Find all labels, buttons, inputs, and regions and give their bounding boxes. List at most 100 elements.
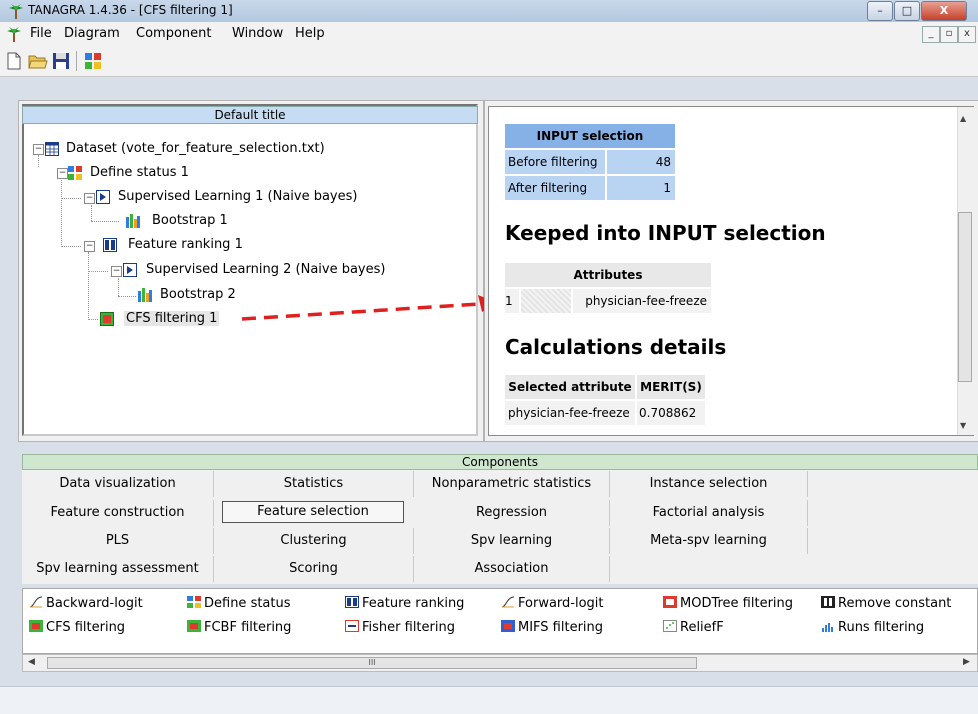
selected-attribute-value: physician-fee-freeze	[505, 401, 635, 425]
tab-nonparametric-statistics[interactable]: Nonparametric statistics	[414, 471, 610, 497]
scroll-right-icon[interactable]: ▶	[963, 657, 970, 667]
component-relieff[interactable]: ReliefF	[663, 620, 724, 635]
component-label: Runs filtering	[838, 620, 925, 635]
component-label: Forward-logit	[518, 596, 604, 611]
tab-feature-selection[interactable]: Feature selection	[222, 501, 404, 523]
tab-clustering[interactable]: Clustering	[214, 528, 414, 554]
tab-factorial-analysis[interactable]: Factorial analysis	[610, 500, 808, 526]
cfs-filtering-icon	[100, 312, 114, 326]
input-selection-header: INPUT selection	[505, 124, 675, 148]
collapse-toggle[interactable]: −	[33, 144, 44, 155]
table-icon	[45, 142, 59, 156]
before-filtering-label: Before filtering	[505, 150, 605, 174]
tree-line	[88, 252, 89, 320]
mdi-restore-button[interactable]: ▫	[940, 26, 958, 43]
component-scroll-thumb[interactable]: III	[47, 657, 697, 669]
tree-node-dataset[interactable]: Dataset (vote_for_feature_selection.txt)	[66, 141, 325, 156]
scroll-up-icon[interactable]: ▲	[960, 114, 966, 123]
bootstrap-icon	[138, 288, 152, 302]
component-feature-ranking[interactable]: Feature ranking	[345, 596, 464, 611]
component-define-status[interactable]: Define status	[187, 596, 291, 611]
component-label: Backward-logit	[46, 596, 143, 611]
maximize-button[interactable]: □	[894, 1, 920, 21]
new-file-icon[interactable]	[6, 52, 22, 70]
tab-pls[interactable]: PLS	[22, 528, 214, 554]
component-runs-filtering[interactable]: Runs filtering	[821, 620, 924, 635]
annotation-arrow	[241, 295, 498, 321]
component-fcbf-filtering[interactable]: FCBF filtering	[187, 620, 291, 635]
runs-filtering-icon	[822, 623, 833, 632]
attribute-name: physician-fee-freeze	[573, 289, 711, 313]
tab-association[interactable]: Association	[414, 556, 610, 582]
menu-component[interactable]: Component	[136, 26, 211, 41]
tab-statistics[interactable]: Statistics	[214, 471, 414, 497]
palm-tree-icon	[7, 27, 21, 42]
menu-help[interactable]: Help	[295, 26, 325, 41]
cfs-filtering-icon	[29, 620, 43, 632]
component-scrollbar[interactable]: ◀ III ▶	[22, 654, 978, 672]
tree-node-define-status[interactable]: Define status 1	[90, 165, 189, 180]
component-label: Define status	[204, 596, 291, 611]
mdi-minimize-button[interactable]: _	[922, 26, 940, 43]
remove-constant-icon	[821, 596, 835, 608]
tree-node-bootstrap-1[interactable]: Bootstrap 1	[152, 213, 228, 228]
diagram-title: Default title	[22, 106, 478, 124]
component-mifs-filtering[interactable]: MIFS filtering	[501, 620, 603, 635]
results-scroll-thumb[interactable]	[958, 212, 972, 382]
fisher-filtering-icon	[345, 620, 359, 632]
attributes-header: Attributes	[505, 263, 711, 287]
component-forward-logit[interactable]: Forward-logit	[501, 596, 604, 611]
save-icon[interactable]	[52, 52, 70, 70]
component-label: FCBF filtering	[204, 620, 292, 635]
collapse-toggle[interactable]: −	[111, 266, 122, 277]
tree-node-supervised-learning-2[interactable]: Supervised Learning 2 (Naive bayes)	[146, 262, 385, 277]
tree-node-feature-ranking[interactable]: Feature ranking 1	[128, 237, 243, 252]
tab-instance-selection[interactable]: Instance selection	[610, 471, 808, 497]
status-bar	[0, 686, 978, 714]
tab-data-visualization[interactable]: Data visualization	[22, 471, 214, 497]
tree-node-cfs-filtering[interactable]: CFS filtering 1	[124, 311, 220, 326]
component-label: Fisher filtering	[362, 620, 455, 635]
tree-line	[118, 296, 136, 297]
menu-window[interactable]: Window	[232, 26, 283, 41]
tree-line	[38, 155, 39, 167]
define-status-icon[interactable]	[84, 52, 102, 70]
collapse-toggle[interactable]: −	[84, 241, 95, 252]
components-tabs: Data visualization Statistics Nonparamet…	[22, 470, 978, 584]
tab-spv-learning[interactable]: Spv learning	[414, 528, 610, 554]
menu-diagram[interactable]: Diagram	[64, 26, 120, 41]
tree-node-bootstrap-2[interactable]: Bootstrap 2	[160, 287, 236, 302]
component-list: Backward-logit Define status Feature ran…	[22, 588, 978, 654]
component-fisher-filtering[interactable]: Fisher filtering	[345, 620, 455, 635]
component-label: Feature ranking	[362, 596, 465, 611]
component-label: MIFS filtering	[518, 620, 604, 635]
menu-file[interactable]: File	[30, 26, 52, 41]
component-remove-constant[interactable]: Remove constant	[821, 596, 951, 611]
component-cfs-filtering[interactable]: CFS filtering	[29, 620, 125, 635]
scroll-left-icon[interactable]: ◀	[28, 657, 35, 667]
scroll-down-icon[interactable]: ▼	[960, 421, 966, 430]
collapse-toggle[interactable]: −	[57, 168, 68, 179]
component-label: MODTree filtering	[680, 596, 794, 611]
component-backward-logit[interactable]: Backward-logit	[29, 596, 143, 611]
component-label: CFS filtering	[46, 620, 126, 635]
open-folder-icon[interactable]	[28, 52, 48, 70]
selected-attribute-header: Selected attribute	[505, 375, 635, 399]
close-button[interactable]: X	[921, 1, 967, 21]
collapse-toggle[interactable]: −	[84, 193, 95, 204]
mdi-close-button[interactable]: x	[958, 26, 976, 43]
tree-line	[61, 198, 81, 199]
tree-line	[118, 278, 119, 296]
tab-scoring[interactable]: Scoring	[214, 556, 414, 582]
relieff-icon	[663, 620, 677, 632]
component-label: Remove constant	[838, 596, 952, 611]
tab-feature-construction[interactable]: Feature construction	[22, 500, 214, 526]
tree-line	[91, 221, 119, 222]
component-modtree-filtering[interactable]: MODTree filtering	[663, 596, 793, 611]
tab-regression[interactable]: Regression	[414, 500, 610, 526]
tab-meta-spv-learning[interactable]: Meta-spv learning	[610, 528, 808, 554]
tab-spv-learning-assessment[interactable]: Spv learning assessment	[22, 556, 214, 582]
bootstrap-icon	[126, 214, 140, 228]
minimize-button[interactable]: –	[867, 1, 893, 21]
tree-node-supervised-learning-1[interactable]: Supervised Learning 1 (Naive bayes)	[118, 189, 357, 204]
